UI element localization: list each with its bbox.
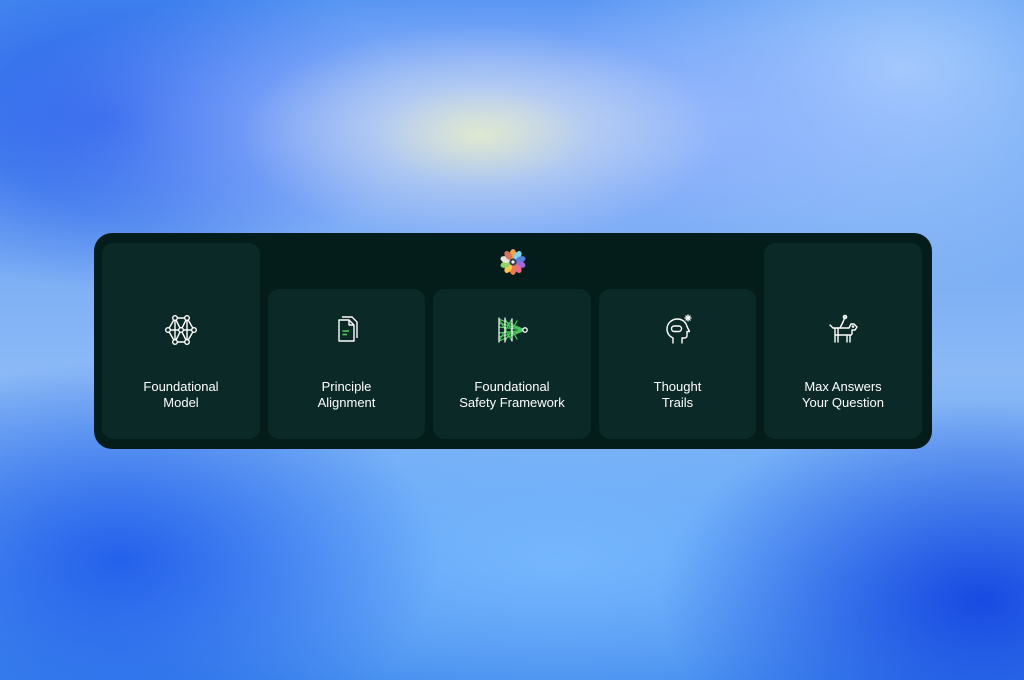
- card-label-line1: Max Answers: [804, 379, 882, 394]
- card-label-line2: Safety Framework: [459, 395, 565, 410]
- guide-dog-icon: [829, 314, 858, 343]
- card-label-line2: Your Question: [802, 395, 884, 410]
- neural-network-icon: [165, 315, 198, 346]
- card-principle-alignment[interactable]: Principle Alignment: [268, 289, 425, 439]
- card-label-line2: Alignment: [317, 395, 376, 410]
- card-label: Principle Alignment: [268, 379, 425, 411]
- card-label-line1: Foundational: [143, 379, 219, 394]
- card-label-line2: Model: [163, 395, 199, 410]
- card-label-line1: Thought: [653, 379, 702, 394]
- card-foundational-safety-framework[interactable]: Foundational Safety Framework: [433, 289, 591, 439]
- card-max-answers-your-question[interactable]: Max Answers Your Question: [764, 243, 922, 439]
- card-label-line2: Trails: [661, 395, 694, 410]
- card-label: Max Answers Your Question: [764, 379, 922, 411]
- card-thought-trails[interactable]: Thought Trails: [599, 289, 756, 439]
- card-label: Foundational Model: [102, 379, 260, 411]
- document-icon: [337, 316, 358, 342]
- card-foundational-model[interactable]: Foundational Model: [102, 243, 260, 439]
- safety-network-icon: [498, 317, 528, 343]
- card-label: Thought Trails: [599, 379, 756, 411]
- card-label-line1: Foundational: [474, 379, 550, 394]
- card-label-line1: Principle: [321, 379, 372, 394]
- flower-logo-icon: [500, 249, 526, 275]
- card-label: Foundational Safety Framework: [433, 379, 591, 411]
- pipeline-panel: Foundational Model Principle Alignment F…: [94, 233, 932, 449]
- head-thought-icon: [665, 314, 692, 344]
